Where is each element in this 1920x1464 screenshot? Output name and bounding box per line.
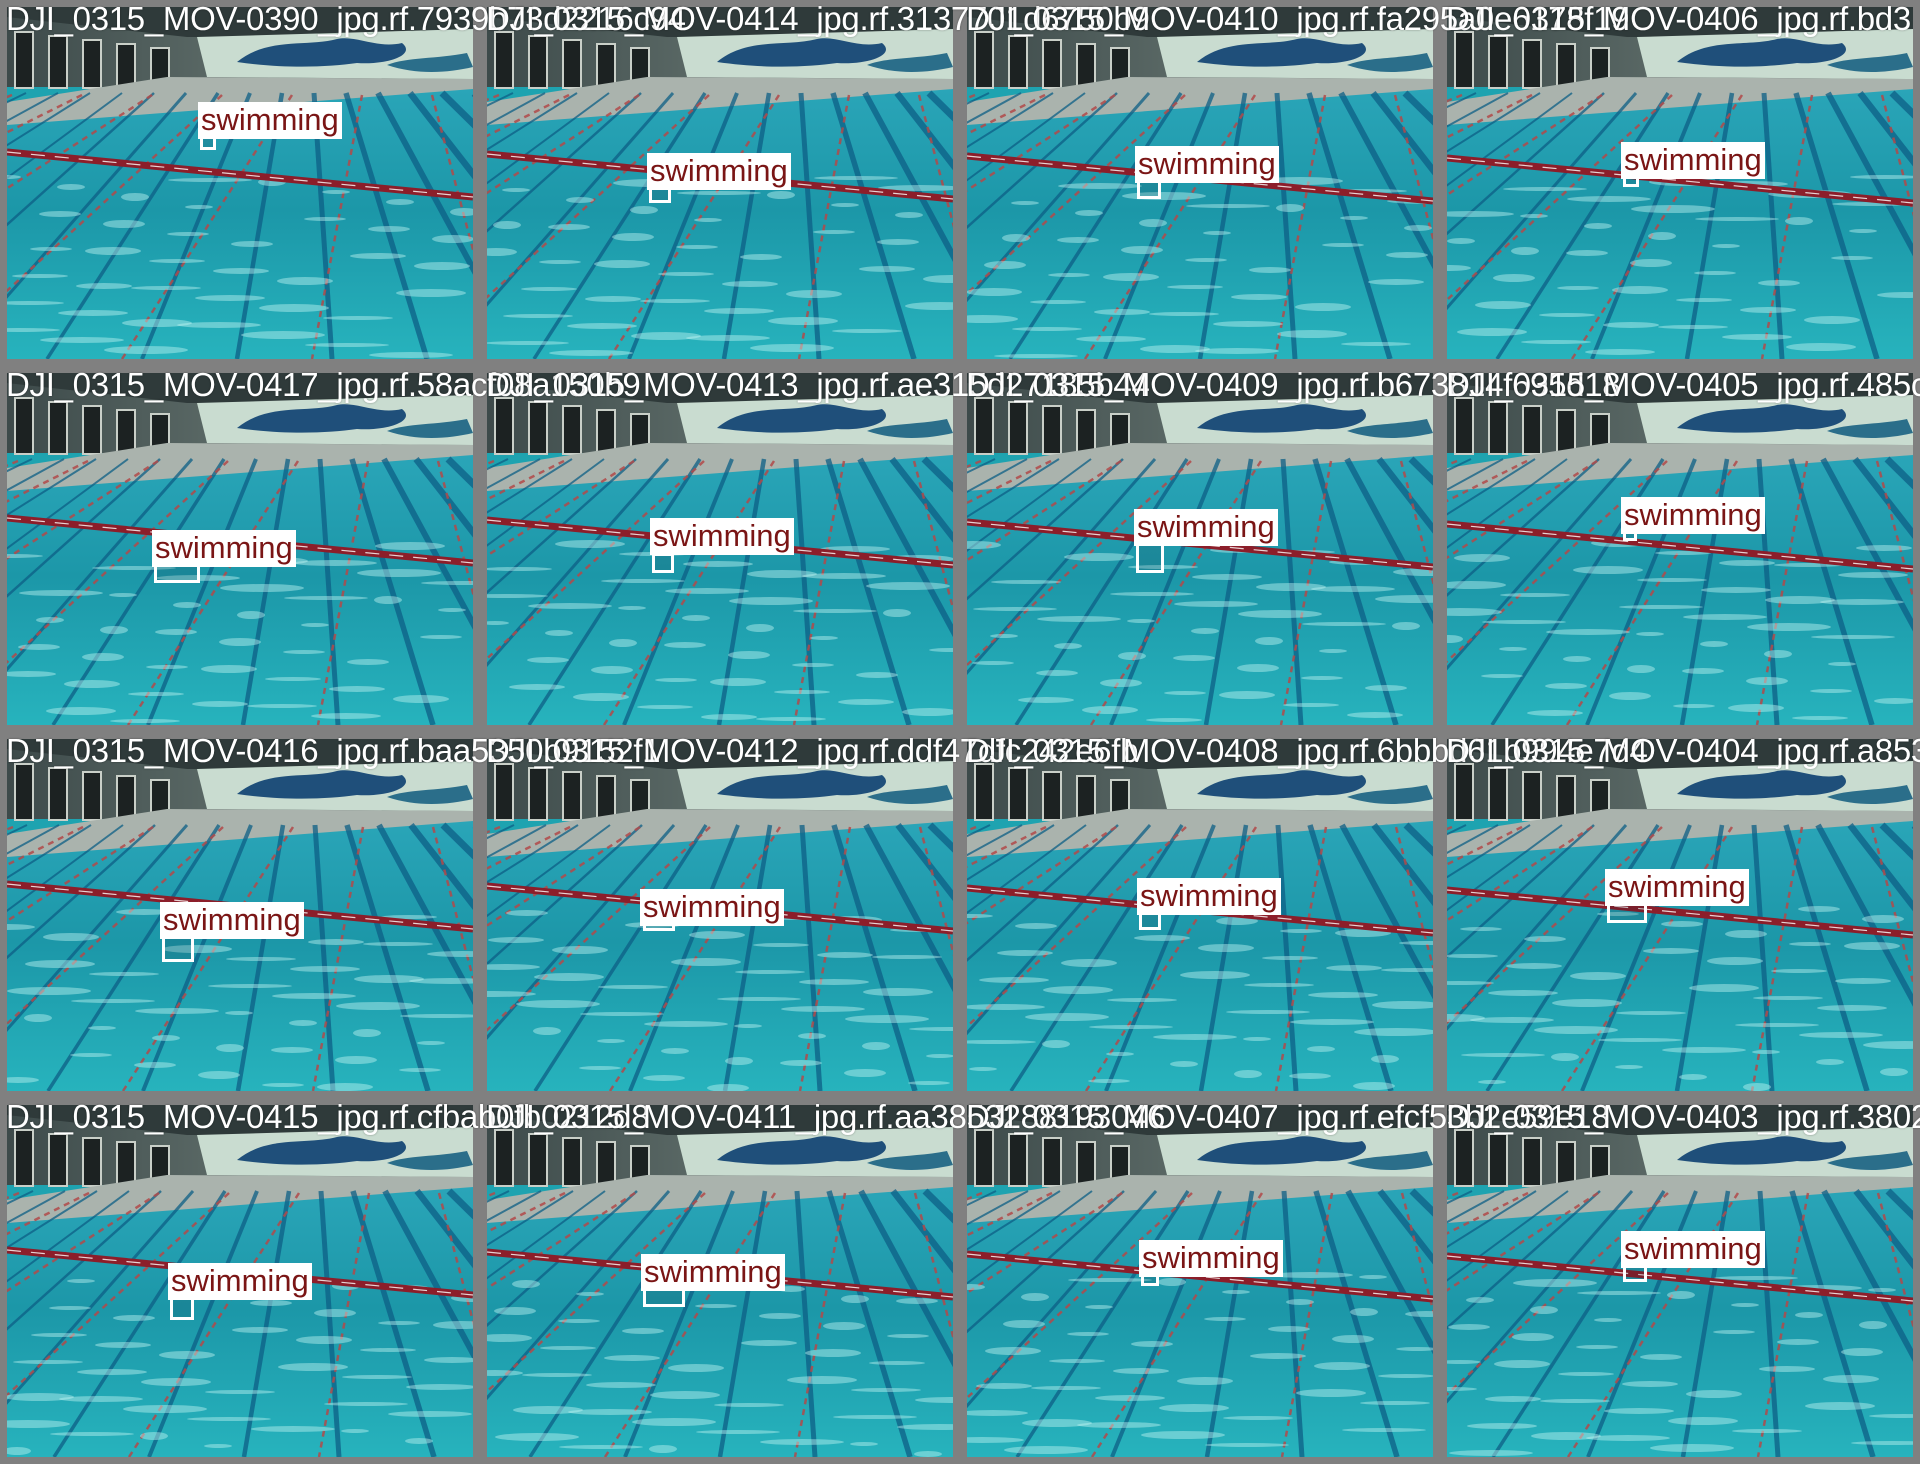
detection-box	[652, 553, 674, 573]
mosaic-tile: swimming DJI_0315_MOV-0406_jpg.rf.bd3	[1440, 0, 1920, 366]
pool-photo: swimming	[1447, 373, 1913, 725]
pool-photo: swimming	[7, 7, 473, 359]
pool-photo: swimming	[967, 373, 1433, 725]
pool-photo: swimming	[1447, 739, 1913, 1091]
detection-label: swimming	[1621, 1231, 1765, 1268]
mosaic-tile: swimming DJI_0315_MOV-0390_jpg.rf.7939b73…	[0, 0, 686, 366]
mosaic-tile: swimming DJI_0315_MOV-0416_jpg.rf.baa5350…	[0, 732, 661, 1098]
pool-photo: swimming	[967, 7, 1433, 359]
pool-photo: swimming	[7, 1105, 473, 1457]
mosaic-tile: swimming DJI_0315_MOV-0410_jpg.rf.fa295a0…	[960, 0, 1629, 366]
mosaic-tile: swimming DJI_0315_MOV-0415_jpg.rf.cfbab0f…	[0, 1098, 650, 1464]
mosaic-tile: swimming DJI_0315_MOV-0408_jpg.rf.6bbbd61…	[960, 732, 1648, 1098]
detection-label: swimming	[647, 153, 791, 190]
pool-photo: swimming	[487, 739, 953, 1091]
detection-label: swimming	[168, 1263, 312, 1300]
detection-box	[1136, 543, 1164, 573]
detection-label: swimming	[650, 518, 794, 555]
mosaic-tile: swimming DJI_0315_MOV-0413_jpg.rf.ae315d2…	[480, 366, 1150, 732]
pool-photo: swimming	[487, 1105, 953, 1457]
mosaic-tile: swimming DJI_0315_MOV-0405_jpg.rf.485c	[1440, 366, 1920, 732]
detection-box	[162, 936, 194, 962]
mosaic-tile: swimming DJI_0315_MOV-0412_jpg.rf.ddf47df…	[480, 732, 1138, 1098]
pool-photo: swimming	[487, 7, 953, 359]
pool-photo: swimming	[1447, 1105, 1913, 1457]
pool-photo: swimming	[967, 1105, 1433, 1457]
image-mosaic: swimming DJI_0315_MOV-0390_jpg.rf.7939b73…	[0, 0, 1920, 1464]
mosaic-tile: swimming DJI_0315_MOV-0403_jpg.rf.3802	[1440, 1098, 1920, 1464]
pool-photo: swimming	[7, 373, 473, 725]
mosaic-tile: swimming DJI_0315_MOV-0404_jpg.rf.a853	[1440, 732, 1920, 1098]
detection-label: swimming	[1621, 497, 1765, 534]
pool-photo: swimming	[1447, 7, 1913, 359]
detection-label: swimming	[640, 889, 784, 926]
detection-label: swimming	[160, 902, 304, 939]
pool-photo: swimming	[487, 373, 953, 725]
mosaic-tile: swimming DJI_0315_MOV-0414_jpg.rf.3137701…	[480, 0, 1150, 366]
mosaic-tile: swimming DJI_0315_MOV-0411_jpg.rf.aa38532…	[480, 1098, 1165, 1464]
mosaic-tile: swimming DJI_0315_MOV-0407_jpg.rf.efcf53b…	[960, 1098, 1610, 1464]
mosaic-tile: swimming DJI_0315_MOV-0417_jpg.rf.58acf08…	[0, 366, 641, 732]
detection-label: swimming	[1621, 142, 1765, 179]
detection-label: swimming	[1605, 869, 1749, 906]
pool-photo: swimming	[967, 739, 1433, 1091]
detection-label: swimming	[152, 530, 296, 567]
detection-label: swimming	[1139, 1240, 1283, 1277]
detection-label: swimming	[198, 102, 342, 139]
detection-label: swimming	[1135, 146, 1279, 183]
pool-photo: swimming	[7, 739, 473, 1091]
detection-label: swimming	[641, 1254, 785, 1291]
detection-label: swimming	[1137, 878, 1281, 915]
detection-label: swimming	[1134, 509, 1278, 546]
mosaic-tile: swimming DJI_0315_MOV-0409_jpg.rf.b673814…	[960, 366, 1621, 732]
